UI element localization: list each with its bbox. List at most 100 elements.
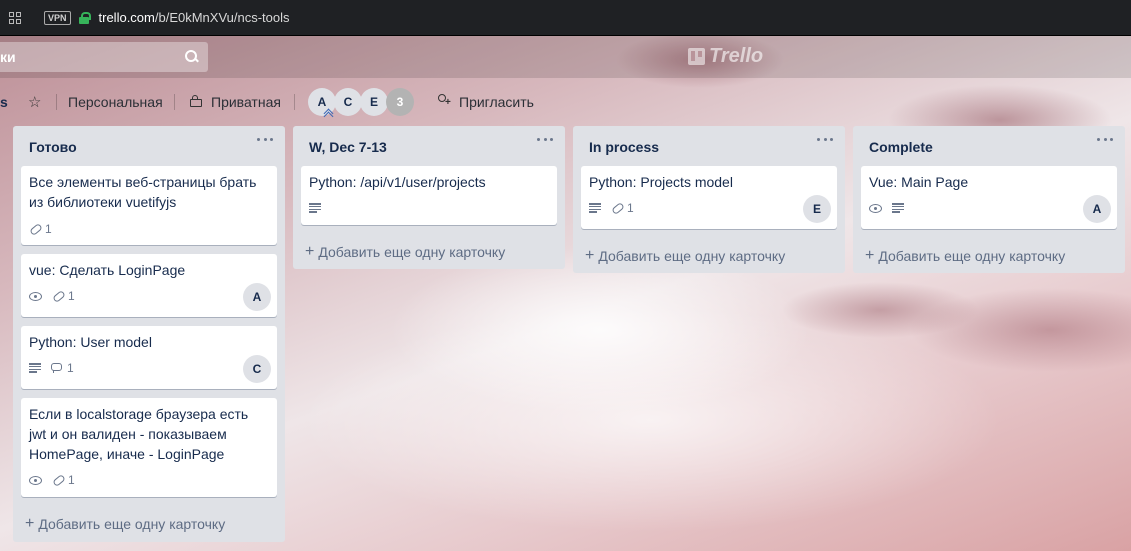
browser-address-bar: VPN trello.com/b/E0kMnXVu/ncs-tools: [0, 0, 1131, 36]
card[interactable]: Python: /api/v1/user/projects: [301, 166, 557, 225]
list-done: Готово Все элементы веб-страницы брать и…: [13, 126, 285, 542]
card-badges: [309, 200, 331, 216]
vpn-badge[interactable]: VPN: [44, 10, 71, 25]
add-card-button[interactable]: + Добавить еще одну карточку: [25, 515, 225, 533]
description-icon: [309, 203, 321, 213]
list-title[interactable]: W, Dec 7-13: [309, 139, 387, 155]
url-host: trello.com: [98, 10, 155, 25]
trello-logo[interactable]: Trello: [688, 45, 763, 68]
url-path: /b/E0kMnXVu/ncs-tools: [154, 10, 290, 25]
list-menu-icon[interactable]: [537, 136, 553, 142]
lock-icon: [190, 95, 202, 107]
secure-lock-icon[interactable]: [78, 11, 91, 24]
list-menu-icon[interactable]: [257, 136, 273, 142]
search-box[interactable]: ки: [0, 42, 208, 72]
paperclip-icon: [29, 224, 41, 234]
eye-icon: [29, 475, 42, 485]
watch-badge: [869, 203, 882, 213]
add-card-label: Добавить еще одну карточку: [598, 248, 786, 264]
list-menu-icon[interactable]: [1097, 136, 1113, 142]
card-title: Vue: Main Page: [869, 174, 969, 190]
member-avatar[interactable]: E: [360, 88, 388, 116]
list-title[interactable]: In process: [589, 139, 659, 155]
invite-icon: [436, 94, 451, 108]
card[interactable]: Python: User model 1 C: [21, 326, 277, 389]
divider: [294, 94, 295, 110]
search-input[interactable]: [26, 42, 176, 72]
more-members-badge[interactable]: 3: [386, 88, 414, 116]
list-title[interactable]: Готово: [29, 139, 77, 155]
comment-icon: [51, 363, 63, 373]
trello-header: ки Trello: [0, 36, 1131, 78]
card-member-avatar[interactable]: A: [1083, 195, 1111, 223]
description-icon: [29, 363, 41, 373]
paperclip-icon: [611, 203, 623, 213]
card-badges: 1: [29, 221, 62, 237]
watch-badge: [29, 475, 42, 485]
card-member-avatar[interactable]: A: [243, 283, 271, 311]
plus-icon: +: [585, 247, 595, 264]
trello-logo-icon: [688, 48, 705, 65]
search-left-text: ки: [0, 49, 16, 65]
attachment-badge: 1: [611, 201, 634, 215]
invite-button[interactable]: Пригласить: [459, 94, 534, 110]
add-card-label: Добавить еще одну карточку: [878, 248, 1066, 264]
description-icon: [589, 203, 601, 213]
comment-badge: 1: [51, 361, 74, 375]
watch-badge: [29, 291, 42, 301]
plus-icon: +: [865, 247, 875, 264]
attachment-badge: 1: [52, 473, 75, 487]
card-title: Python: /api/v1/user/projects: [309, 174, 486, 190]
list-title[interactable]: Complete: [869, 139, 933, 155]
list-complete: Complete Vue: Main Page A + Добавить еще …: [853, 126, 1125, 273]
attachment-badge: 1: [29, 222, 52, 236]
add-card-button[interactable]: + Добавить еще одну карточку: [865, 247, 1065, 265]
card[interactable]: Python: Projects model 1 E: [581, 166, 837, 229]
team-button[interactable]: Персональная: [68, 94, 163, 110]
card[interactable]: Если в localstorage браузера есть jwt и …: [21, 398, 277, 497]
url-text[interactable]: trello.com/b/E0kMnXVu/ncs-tools: [99, 10, 290, 25]
card-badges: 1: [589, 200, 644, 216]
card-badges: 1: [29, 472, 85, 488]
card[interactable]: Vue: Main Page A: [861, 166, 1117, 229]
add-card-label: Добавить еще одну карточку: [38, 516, 226, 532]
plus-icon: +: [25, 515, 35, 532]
tabs-grid-icon[interactable]: [0, 0, 30, 36]
divider: [56, 94, 57, 110]
description-badge: [589, 203, 601, 213]
search-icon[interactable]: [185, 50, 198, 63]
member-avatar[interactable]: C: [334, 88, 362, 116]
card-member-avatar[interactable]: C: [243, 355, 271, 383]
admin-chevron-icon: [325, 110, 333, 116]
visibility-button[interactable]: Приватная: [211, 94, 281, 110]
board-name[interactable]: s: [0, 94, 8, 110]
card-member-avatar[interactable]: E: [803, 195, 831, 223]
paperclip-icon: [52, 291, 64, 301]
description-icon: [892, 203, 904, 213]
list-menu-icon[interactable]: [817, 136, 833, 142]
eye-icon: [29, 291, 42, 301]
add-card-button[interactable]: + Добавить еще одну карточку: [305, 243, 505, 261]
card-title: Python: User model: [29, 334, 152, 350]
add-card-label: Добавить еще одну карточку: [318, 244, 506, 260]
list-in-process: In process Python: Projects model 1 E + Д…: [573, 126, 845, 273]
paperclip-icon: [52, 475, 64, 485]
plus-icon: +: [305, 243, 315, 260]
card-title: vue: Сделать LoginPage: [29, 262, 186, 278]
card-title: Если в localstorage браузера есть jwt и …: [29, 406, 249, 462]
list-week: W, Dec 7-13 Python: /api/v1/user/project…: [293, 126, 565, 269]
add-card-button[interactable]: + Добавить еще одну карточку: [585, 247, 785, 265]
card[interactable]: Все элементы веб-страницы брать из библи…: [21, 166, 277, 245]
description-badge: [29, 363, 41, 373]
description-badge: [892, 203, 904, 213]
description-badge: [309, 203, 321, 213]
card-badges: 1: [29, 288, 85, 304]
card[interactable]: vue: Сделать LoginPage 1 A: [21, 254, 277, 317]
star-icon[interactable]: ☆: [28, 93, 41, 111]
card-badges: 1: [29, 360, 84, 376]
divider: [174, 94, 175, 110]
eye-icon: [869, 203, 882, 213]
board-header: s ☆ Персональная Приватная A C E 3 Пригл…: [0, 84, 1131, 120]
card-title: Все элементы веб-страницы брать из библи…: [29, 174, 257, 210]
card-title: Python: Projects model: [589, 174, 733, 190]
